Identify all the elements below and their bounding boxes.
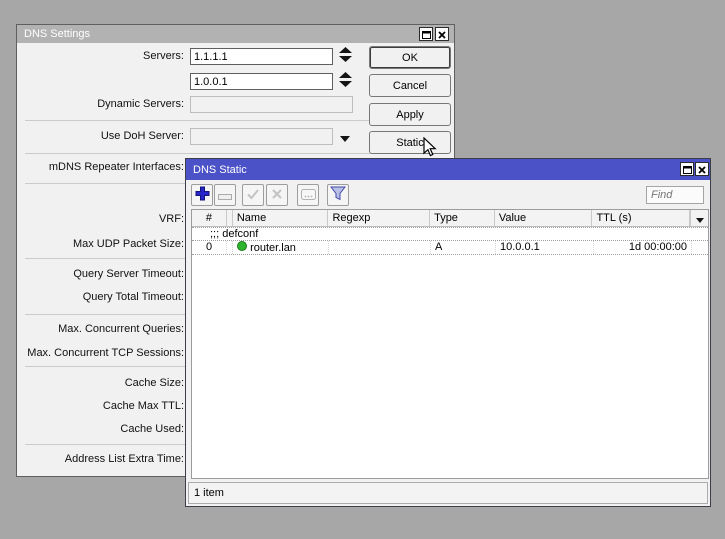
dns-settings-titlebar[interactable]: DNS Settings xyxy=(17,25,454,43)
apply-button[interactable]: Apply xyxy=(369,103,451,126)
column-header-value[interactable]: Value xyxy=(495,210,593,226)
use-doh-server-label: Use DoH Server: xyxy=(17,129,184,144)
row-type: A xyxy=(431,241,496,254)
vrf-label: VRF: xyxy=(17,212,184,227)
ok-button[interactable]: OK xyxy=(369,46,451,69)
table-row[interactable]: 0 router.lan A 10.0.0.1 1d 00:00:00 xyxy=(192,241,708,255)
close-icon xyxy=(698,162,706,177)
use-doh-server-field[interactable] xyxy=(190,128,333,145)
comment-text: ;;; defconf xyxy=(192,228,708,240)
remove-button[interactable] xyxy=(214,184,236,206)
spinner-up-down-icon xyxy=(339,47,352,66)
disable-button[interactable] xyxy=(266,184,288,206)
close-button[interactable] xyxy=(695,162,709,176)
query-server-timeout-label: Query Server Timeout: xyxy=(17,267,184,282)
row-ttl: 1d 00:00:00 xyxy=(594,241,692,254)
cache-max-ttl-label: Cache Max TTL: xyxy=(17,399,184,414)
dns-static-title: DNS Static xyxy=(193,164,247,176)
status-bar: 1 item xyxy=(188,482,708,504)
spinner-up-down-icon xyxy=(339,72,352,91)
cancel-button[interactable]: Cancel xyxy=(369,74,451,97)
row-name-cell: router.lan xyxy=(233,241,329,254)
dns-static-table: # Name Regexp Type Value TTL (s) ;;; def… xyxy=(191,209,709,479)
server-input-1[interactable] xyxy=(190,48,333,65)
dns-settings-title: DNS Settings xyxy=(24,28,90,40)
dynamic-servers-label: Dynamic Servers: xyxy=(17,97,184,112)
cache-size-label: Cache Size: xyxy=(17,376,184,391)
column-header-type[interactable]: Type xyxy=(430,210,495,226)
add-button[interactable] xyxy=(191,184,213,206)
desktop: DNS Settings Servers: Dynami xyxy=(0,0,725,539)
address-list-extra-time-label: Address List Extra Time: xyxy=(17,452,184,467)
row-value: 10.0.0.1 xyxy=(496,241,594,254)
query-total-timeout-label: Query Total Timeout: xyxy=(17,290,184,305)
maximize-icon xyxy=(422,27,431,42)
server-1-stepper[interactable] xyxy=(339,48,352,64)
max-concurrent-queries-label: Max. Concurrent Queries: xyxy=(17,322,184,337)
filter-button[interactable] xyxy=(327,184,349,206)
row-regexp xyxy=(329,241,431,254)
max-udp-packet-size-label: Max UDP Packet Size: xyxy=(17,237,184,252)
dns-static-titlebar[interactable]: DNS Static xyxy=(186,159,710,180)
cache-used-label: Cache Used: xyxy=(17,422,184,437)
dns-static-window: DNS Static xyxy=(185,158,711,507)
mdns-repeater-interfaces-label: mDNS Repeater Interfaces: xyxy=(17,160,184,175)
green-dot-icon xyxy=(237,241,247,251)
server-2-stepper[interactable] xyxy=(339,73,352,89)
find-input[interactable] xyxy=(646,186,704,204)
servers-label: Servers: xyxy=(17,49,184,64)
use-doh-dropdown-button[interactable] xyxy=(339,133,350,141)
maximize-button[interactable] xyxy=(419,27,433,41)
server-input-2[interactable] xyxy=(190,73,333,90)
static-button[interactable]: Static xyxy=(369,131,451,154)
comment-button[interactable] xyxy=(297,184,319,206)
enable-check-icon xyxy=(246,188,260,203)
column-header-name[interactable]: Name xyxy=(233,210,329,226)
comment-icon xyxy=(301,188,316,203)
chevron-down-icon xyxy=(696,211,704,226)
column-header-regexp[interactable]: Regexp xyxy=(328,210,430,226)
remove-minus-icon xyxy=(218,188,232,203)
comment-row[interactable]: ;;; defconf xyxy=(192,227,708,241)
disable-cross-icon xyxy=(271,188,283,203)
row-number: 0 xyxy=(192,241,227,254)
row-name: router.lan xyxy=(250,242,296,254)
max-concurrent-tcp-sessions-label: Max. Concurrent TCP Sessions: xyxy=(17,346,184,361)
enable-button[interactable] xyxy=(242,184,264,206)
mouse-cursor-icon xyxy=(423,137,438,163)
maximize-icon xyxy=(683,162,692,177)
close-icon xyxy=(438,27,446,42)
filter-funnel-icon xyxy=(330,186,346,204)
dropdown-arrow-icon xyxy=(340,130,350,145)
column-select-button[interactable] xyxy=(690,210,708,226)
add-plus-icon xyxy=(195,186,210,204)
table-header-row: # Name Regexp Type Value TTL (s) xyxy=(192,210,708,227)
dynamic-servers-field xyxy=(190,96,353,113)
column-header-ttl[interactable]: TTL (s) xyxy=(592,210,690,226)
maximize-button[interactable] xyxy=(680,162,694,176)
close-button[interactable] xyxy=(435,27,449,41)
column-header-number[interactable]: # xyxy=(192,210,227,226)
